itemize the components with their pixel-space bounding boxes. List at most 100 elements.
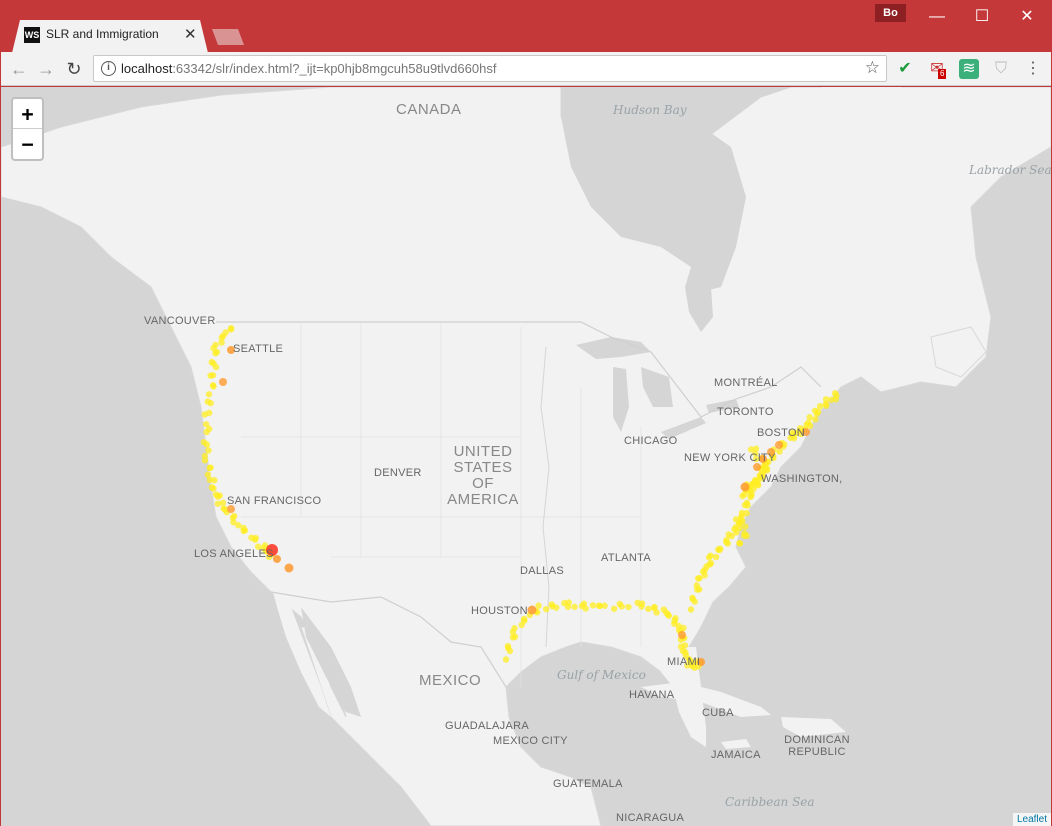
slr-point [707, 552, 714, 559]
city-label: GUATEMALA [553, 778, 623, 790]
gmail-extension-icon[interactable]: ✉ 6 [927, 59, 947, 79]
zoom-in-button[interactable]: + [13, 99, 42, 129]
slr-point [201, 457, 209, 464]
city-label: JAMAICA [711, 749, 761, 761]
water-label: Caribbean Sea [725, 795, 815, 809]
slr-point [806, 414, 813, 421]
slr-point [645, 605, 652, 613]
url-text: localhost:63342/slr/index.html?_ijt=kp0h… [121, 61, 497, 76]
slr-point [210, 383, 217, 390]
slr-point [625, 603, 632, 611]
minimize-icon[interactable]: — [914, 4, 960, 30]
slr-point [535, 602, 542, 609]
city-label: NEW YORK CITY [684, 452, 776, 464]
city-label: VANCOUVER [144, 315, 216, 327]
leaflet-attribution-link[interactable]: Leaflet [1012, 813, 1051, 826]
slr-point [706, 561, 713, 568]
city-label: DOMINICAN REPUBLIC [784, 734, 850, 758]
slr-point [207, 372, 214, 379]
slr-point [511, 625, 518, 632]
menu-dots-icon[interactable]: ⋮ [1023, 59, 1043, 79]
slr-point [618, 603, 625, 610]
slr-point [740, 482, 750, 492]
city-label: DALLAS [520, 565, 564, 577]
slr-point [203, 441, 211, 448]
slr-point [743, 509, 750, 517]
water-label: Labrador Sea [969, 163, 1051, 177]
slr-point [689, 594, 696, 601]
slr-point [761, 466, 768, 473]
slr-point [712, 553, 720, 561]
new-tab-button[interactable] [212, 29, 244, 45]
city-label: TORONTO [717, 406, 774, 418]
browser-tab[interactable]: WS SLR and Immigration ✕ [12, 20, 208, 53]
map-view[interactable]: CANADA UNITED STATES OF AMERICA MEXICO H… [1, 87, 1051, 826]
checkmark-extension-icon[interactable]: ✔ [895, 59, 915, 79]
shield-extension-icon[interactable]: ⛉ [991, 59, 1011, 79]
slr-point [203, 428, 210, 436]
reload-icon[interactable]: ↻ [63, 58, 85, 80]
city-label: WASHINGTON, [761, 473, 843, 485]
country-label: UNITED STATES OF AMERICA [447, 443, 519, 508]
city-label: CHICAGO [624, 435, 678, 447]
slr-point [571, 603, 578, 611]
slr-point [814, 408, 822, 416]
zoom-out-button[interactable]: − [13, 129, 42, 159]
slr-point [749, 480, 756, 487]
slr-point [205, 447, 212, 454]
forward-arrow-icon[interactable]: → [35, 58, 57, 80]
city-label: SAN FRANCISCO [227, 495, 322, 507]
slr-point [693, 582, 700, 589]
slr-point [205, 391, 213, 398]
slr-heat-dots [200, 324, 840, 671]
slr-point [743, 499, 751, 507]
city-label: SEATTLE [233, 343, 284, 355]
slr-point [218, 339, 225, 346]
slr-point [753, 463, 761, 471]
slr-point [212, 363, 220, 371]
slr-point [775, 441, 783, 449]
slr-point [219, 332, 227, 340]
city-label: HAVANA [629, 689, 675, 701]
slr-point [201, 411, 208, 418]
water-label: Hudson Bay [613, 103, 687, 117]
close-window-icon[interactable]: ✕ [1004, 4, 1050, 30]
close-tab-icon[interactable]: ✕ [184, 25, 197, 43]
slr-point [219, 378, 227, 386]
bookmark-star-icon[interactable]: ☆ [865, 58, 880, 78]
title-bar: WS SLR and Immigration ✕ Bo — ☐ ✕ [0, 0, 1052, 53]
slr-point [742, 523, 749, 530]
slr-point [823, 402, 830, 409]
slr-point [208, 484, 216, 491]
slr-point [284, 563, 294, 573]
zoom-control: + − [11, 97, 44, 161]
slr-point [207, 464, 214, 471]
city-label: MONTRÉAL [714, 377, 778, 389]
slr-point [610, 605, 618, 612]
city-label: GUADALAJARA [445, 720, 529, 732]
slr-point [207, 399, 214, 407]
webstorm-favicon-icon: WS [24, 27, 40, 43]
slr-point [553, 604, 560, 611]
slr-point [504, 642, 512, 650]
maximize-icon[interactable]: ☐ [959, 4, 1005, 30]
address-bar[interactable]: i localhost:63342/slr/index.html?_ijt=kp… [93, 55, 887, 82]
city-label: DENVER [374, 467, 422, 479]
city-label: HOUSTON [471, 605, 528, 617]
city-label: CUBA [702, 707, 734, 719]
profile-button[interactable]: Bo [875, 4, 906, 22]
slr-point [273, 555, 281, 563]
slr-point [681, 642, 689, 649]
water-label: Gulf of Mexico [557, 668, 646, 682]
info-icon[interactable]: i [101, 61, 116, 76]
audio-extension-icon[interactable]: ≋ [959, 59, 979, 79]
slr-point [542, 605, 550, 613]
slr-point [638, 600, 646, 607]
slr-point [741, 491, 748, 498]
mail-count-badge: 6 [938, 69, 947, 79]
slr-point [227, 324, 235, 332]
country-label: MEXICO [419, 672, 482, 689]
slr-point [740, 532, 748, 539]
slr-point [653, 609, 660, 616]
back-arrow-icon[interactable]: ← [8, 58, 30, 80]
